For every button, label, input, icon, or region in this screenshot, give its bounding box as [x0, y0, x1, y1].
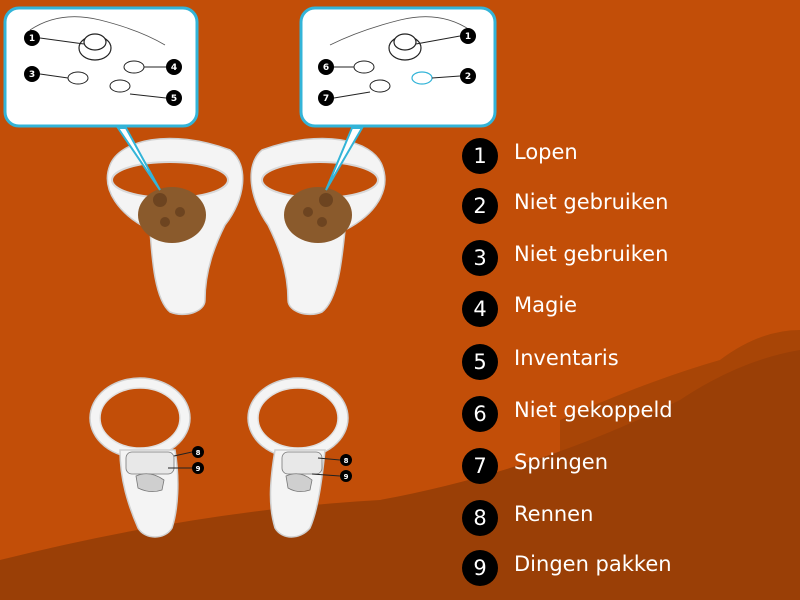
svg-text:5: 5: [171, 94, 177, 104]
controls-legend: 1 Lopen 2 Niet gebruiken 3 Niet gebruike…: [462, 138, 792, 588]
svg-text:1: 1: [465, 32, 471, 42]
legend-label: Lopen: [514, 140, 578, 164]
legend-number: 1: [462, 138, 498, 174]
legend-item: 9 Dingen pakken: [462, 550, 792, 590]
left-controller-back: 8 9: [89, 377, 204, 538]
legend-label: Niet gebruiken: [514, 190, 669, 214]
legend-number: 6: [462, 396, 498, 432]
svg-text:9: 9: [344, 473, 349, 481]
legend-label: Springen: [514, 450, 608, 474]
legend-label: Magie: [514, 293, 578, 317]
svg-text:1: 1: [29, 34, 35, 44]
legend-item: 2 Niet gebruiken: [462, 188, 792, 228]
legend-item: 8 Rennen: [462, 500, 792, 540]
legend-label: Niet gekoppeld: [514, 398, 673, 422]
right-controller-front: [250, 137, 386, 316]
legend-item: 4 Magie: [462, 291, 792, 331]
svg-text:8: 8: [344, 457, 349, 465]
left-callout-badge-1: 1: [24, 30, 40, 46]
svg-text:7: 7: [323, 94, 329, 104]
right-callout-badge-6: 6: [318, 59, 334, 75]
svg-text:3: 3: [29, 70, 35, 80]
legend-number: 9: [462, 550, 498, 586]
svg-text:2: 2: [465, 72, 471, 82]
legend-label: Dingen pakken: [514, 552, 672, 576]
legend-label: Inventaris: [514, 346, 619, 370]
svg-text:8: 8: [196, 449, 201, 457]
legend-number: 8: [462, 500, 498, 536]
legend-item: 1 Lopen: [462, 138, 792, 178]
back-left-badge-8: 8: [192, 446, 204, 458]
legend-number: 7: [462, 448, 498, 484]
legend-number: 3: [462, 240, 498, 276]
legend-number: 4: [462, 291, 498, 327]
left-callout-badge-4: 4: [166, 59, 182, 75]
right-callout-badge-2: 2: [460, 68, 476, 84]
svg-text:9: 9: [196, 465, 201, 473]
left-callout-badge-5: 5: [166, 90, 182, 106]
left-touchpad: [138, 187, 206, 243]
right-callout-badge-1: 1: [460, 28, 476, 44]
right-touchpad: [284, 187, 352, 243]
legend-item: 7 Springen: [462, 448, 792, 488]
back-left-badge-9: 9: [192, 462, 204, 474]
svg-text:6: 6: [323, 63, 329, 73]
legend-item: 6 Niet gekoppeld: [462, 396, 792, 436]
legend-item: 3 Niet gebruiken: [462, 240, 792, 280]
legend-number: 2: [462, 188, 498, 224]
back-right-badge-9: 9: [340, 470, 352, 482]
slide: 1 3 4 5 1 6 2 7 8 9 8 9 1 Lopen 2 Niet g…: [0, 0, 800, 600]
left-controller-front: [106, 137, 244, 316]
legend-label: Niet gebruiken: [514, 242, 669, 266]
legend-item: 5 Inventaris: [462, 344, 792, 384]
right-callout: 1 6 2 7: [299, 6, 497, 128]
legend-number: 5: [462, 344, 498, 380]
right-callout-badge-7: 7: [318, 90, 334, 106]
left-callout: 1 3 4 5: [3, 6, 199, 128]
left-callout-badge-3: 3: [24, 66, 40, 82]
legend-label: Rennen: [514, 502, 594, 526]
back-right-badge-8: 8: [340, 454, 352, 466]
svg-text:4: 4: [171, 63, 177, 73]
